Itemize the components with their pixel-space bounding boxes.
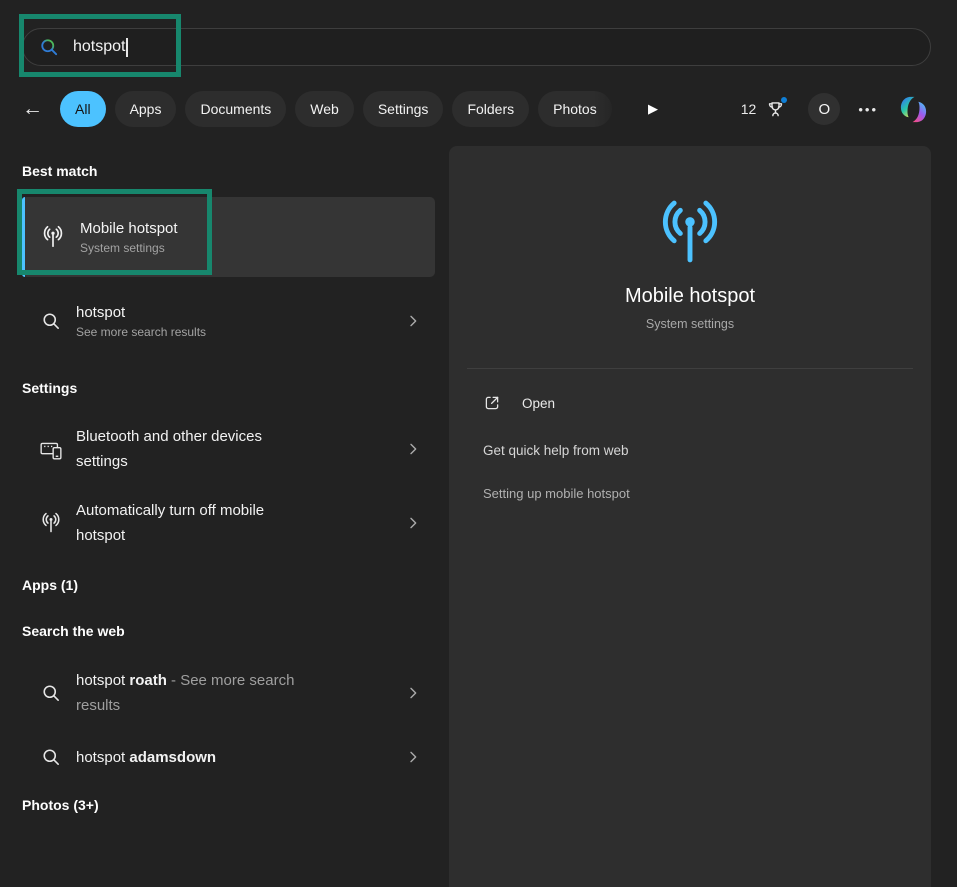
query-bold: roath [129,672,167,689]
search-icon [38,311,64,331]
result-bluetooth-settings[interactable]: Bluetooth and other devices settings [22,420,435,478]
filter-tab-all[interactable]: All [60,91,106,127]
preview-panel: Mobile hotspot System settings Open Get … [449,146,931,887]
result-auto-turn-off-hotspot[interactable]: Automatically turn off mobile hotspot [22,494,435,552]
search-icon [38,683,64,703]
section-header-best-match: Best match [22,162,435,180]
result-subtitle: System settings [80,241,419,255]
hotspot-icon [38,224,68,250]
filter-tabs: All Apps Documents Web Settings Folders … [60,91,630,127]
query-prefix: hotspot [76,672,129,689]
result-label: Automatically turn off mobile hotspot [76,498,311,548]
filter-tab-documents[interactable]: Documents [185,91,286,127]
filter-tab-apps[interactable]: Apps [115,91,177,127]
filter-tab-photos[interactable]: Photos [538,91,612,127]
chevron-right-icon [405,515,421,531]
query-bold: adamsdown [129,749,216,766]
preview-title: Mobile hotspot [449,285,931,308]
filter-tab-settings[interactable]: Settings [363,91,444,127]
filter-tab-web[interactable]: Web [295,91,354,127]
result-subtitle: See more search results [76,325,405,339]
rewards-points: 12 [741,101,757,117]
chevron-right-icon [405,441,421,457]
result-web-hotspot-adamsdown[interactable]: hotspot adamsdown [22,740,435,774]
chevron-right-icon [405,313,421,329]
search-results-panel: Best match Mobile hotspot System setting… [22,146,435,814]
search-input[interactable]: hotspot [22,28,931,66]
search-icon [39,37,59,57]
copilot-icon[interactable] [898,94,929,125]
divider [467,368,913,369]
search-query-text[interactable]: hotspot [73,38,125,56]
section-header-search-the-web: Search the web [22,622,435,640]
text-caret [126,38,128,57]
open-external-icon [483,394,501,412]
devices-icon [38,437,64,461]
rewards-badge[interactable]: 12 [741,99,787,120]
search-bar-container: hotspot [22,28,931,66]
help-link-setting-up-hotspot[interactable]: Setting up mobile hotspot [449,486,931,501]
account-avatar[interactable]: O [808,93,840,125]
avatar-initial: O [819,101,831,118]
result-title: hotspot [76,304,405,321]
chevron-right-icon [405,749,421,765]
result-label: Bluetooth and other devices settings [76,424,311,474]
result-see-more-hotspot[interactable]: hotspot See more search results [22,295,435,347]
ellipsis-menu-icon[interactable]: ••• [858,102,878,117]
preview-subtitle: System settings [449,317,931,331]
query-prefix: hotspot [76,749,129,766]
open-action[interactable]: Open [449,394,931,412]
hotspot-icon [38,511,64,535]
more-filters-arrow-icon[interactable]: ▶ [642,101,664,117]
section-header-apps: Apps (1) [22,576,435,594]
search-icon [38,747,64,767]
result-mobile-hotspot[interactable]: Mobile hotspot System settings [22,197,435,277]
open-label: Open [522,396,555,411]
result-web-hotspot-roath[interactable]: hotspot roath - See more search results [22,664,435,722]
section-header-settings: Settings [22,379,435,397]
section-header-photos: Photos (3+) [22,796,435,814]
back-arrow-icon[interactable]: ← [22,97,52,121]
result-title: Mobile hotspot [80,220,419,237]
chevron-right-icon [405,685,421,701]
help-section-header: Get quick help from web [449,443,931,458]
notification-dot [781,97,787,103]
filter-bar: ← All Apps Documents Web Settings Folder… [22,90,935,128]
filter-tab-folders[interactable]: Folders [452,91,529,127]
mobile-hotspot-icon-large [652,195,728,271]
rewards-trophy-icon [765,99,786,120]
